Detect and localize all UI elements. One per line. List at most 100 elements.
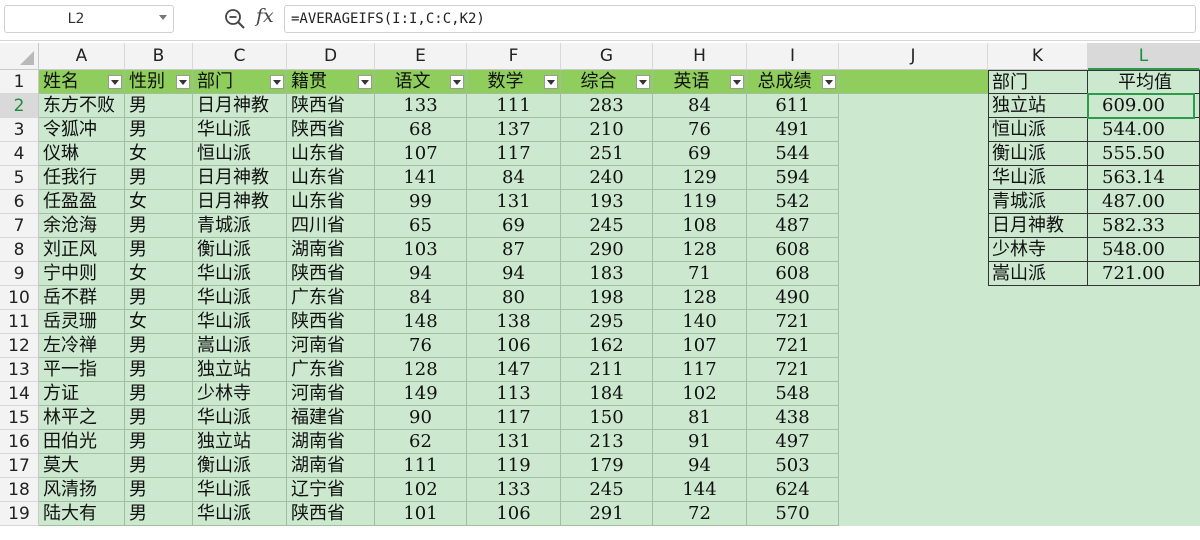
table-cell[interactable]: 131 <box>467 190 561 214</box>
summary-cell[interactable]: 582.33 <box>1088 214 1200 238</box>
row-header-18[interactable]: 18 <box>0 478 39 502</box>
table-cell[interactable]: 陕西省 <box>287 262 375 286</box>
table-cell[interactable]: 青城派 <box>193 214 287 238</box>
column-header-l[interactable]: L <box>1088 43 1200 70</box>
table-cell[interactable]: 辽宁省 <box>287 478 375 502</box>
summary-cell[interactable]: 华山派 <box>988 166 1088 190</box>
table-cell[interactable]: 男 <box>125 166 193 190</box>
filter-dropdown-icon[interactable] <box>358 75 372 89</box>
table-cell[interactable]: 611 <box>747 94 839 118</box>
table-cell[interactable]: 140 <box>653 310 747 334</box>
table-cell[interactable]: 71 <box>653 262 747 286</box>
table-cell[interactable]: 岳不群 <box>39 286 125 310</box>
filter-dropdown-icon[interactable] <box>822 75 836 89</box>
table-cell[interactable]: 少林寺 <box>193 382 287 406</box>
table-cell[interactable]: 华山派 <box>193 310 287 334</box>
table-cell[interactable]: 莫大 <box>39 454 125 478</box>
table-cell[interactable]: 490 <box>747 286 839 310</box>
row-header-2[interactable]: 2 <box>0 94 39 118</box>
filter-dropdown-icon[interactable] <box>176 75 190 89</box>
table-cell[interactable]: 余沧海 <box>39 214 125 238</box>
table-cell[interactable]: 山东省 <box>287 166 375 190</box>
table-cell[interactable]: 438 <box>747 406 839 430</box>
table-cell[interactable]: 女 <box>125 310 193 334</box>
name-box[interactable]: L2 <box>4 5 174 33</box>
table-cell[interactable]: 183 <box>561 262 653 286</box>
table-cell[interactable]: 94 <box>467 262 561 286</box>
table-cell[interactable]: 245 <box>561 214 653 238</box>
table-cell[interactable]: 144 <box>653 478 747 502</box>
table-cell[interactable]: 291 <box>561 502 653 526</box>
filter-dropdown-icon[interactable] <box>544 75 558 89</box>
column-header-j[interactable]: J <box>839 43 988 70</box>
table-cell[interactable]: 117 <box>467 406 561 430</box>
table-cell[interactable]: 65 <box>375 214 467 238</box>
table-cell[interactable]: 251 <box>561 142 653 166</box>
table-cell[interactable]: 山东省 <box>287 190 375 214</box>
table-cell[interactable]: 137 <box>467 118 561 142</box>
table-cell[interactable]: 69 <box>653 142 747 166</box>
table-cell[interactable]: 103 <box>375 238 467 262</box>
table-cell[interactable]: 594 <box>747 166 839 190</box>
chevron-down-icon[interactable] <box>159 15 167 20</box>
table-cell[interactable]: 男 <box>125 286 193 310</box>
filter-dropdown-icon[interactable] <box>450 75 464 89</box>
table-cell[interactable]: 149 <box>375 382 467 406</box>
table-cell[interactable]: 男 <box>125 358 193 382</box>
table-cell[interactable]: 102 <box>653 382 747 406</box>
summary-cell[interactable]: 衡山派 <box>988 142 1088 166</box>
table-cell[interactable]: 恒山派 <box>193 142 287 166</box>
table-cell[interactable]: 男 <box>125 118 193 142</box>
row-header-12[interactable]: 12 <box>0 334 39 358</box>
table-cell[interactable]: 497 <box>747 430 839 454</box>
table-cell[interactable]: 左冷禅 <box>39 334 125 358</box>
summary-cell[interactable]: 548.00 <box>1088 238 1200 262</box>
table-cell[interactable]: 138 <box>467 310 561 334</box>
table-cell[interactable]: 133 <box>375 94 467 118</box>
summary-cell[interactable]: 563.14 <box>1088 166 1200 190</box>
table-cell[interactable]: 男 <box>125 238 193 262</box>
table-cell[interactable]: 102 <box>375 478 467 502</box>
table-cell[interactable]: 87 <box>467 238 561 262</box>
table-cell[interactable]: 84 <box>653 94 747 118</box>
table-cell[interactable]: 湖南省 <box>287 430 375 454</box>
table-cell[interactable]: 487 <box>747 214 839 238</box>
table-cell[interactable]: 华山派 <box>193 406 287 430</box>
table-cell[interactable]: 陕西省 <box>287 310 375 334</box>
filter-dropdown-icon[interactable] <box>108 75 122 89</box>
table-cell[interactable]: 106 <box>467 334 561 358</box>
column-header-e[interactable]: E <box>375 43 467 70</box>
table-cell[interactable]: 男 <box>125 502 193 526</box>
row-header-8[interactable]: 8 <box>0 238 39 262</box>
column-header-h[interactable]: H <box>653 43 747 70</box>
table-cell[interactable]: 68 <box>375 118 467 142</box>
table-cell[interactable]: 男 <box>125 214 193 238</box>
row-header-16[interactable]: 16 <box>0 430 39 454</box>
table-cell[interactable]: 男 <box>125 430 193 454</box>
table-cell[interactable]: 广东省 <box>287 286 375 310</box>
table-cell[interactable]: 刘正风 <box>39 238 125 262</box>
table-cell[interactable]: 91 <box>653 430 747 454</box>
table-cell[interactable]: 548 <box>747 382 839 406</box>
table-cell[interactable]: 独立站 <box>193 358 287 382</box>
table-cell[interactable]: 503 <box>747 454 839 478</box>
table-cell[interactable]: 245 <box>561 478 653 502</box>
summary-header-cell[interactable]: 部门 <box>988 70 1088 94</box>
table-cell[interactable]: 仪琳 <box>39 142 125 166</box>
table-cell[interactable]: 衡山派 <box>193 454 287 478</box>
row-header-19[interactable]: 19 <box>0 502 39 526</box>
table-cell[interactable]: 295 <box>561 310 653 334</box>
table-cell[interactable]: 宁中则 <box>39 262 125 286</box>
formula-input[interactable]: =AVERAGEIFS(I:I,C:C,K2) <box>284 5 1196 33</box>
table-cell[interactable]: 99 <box>375 190 467 214</box>
table-cell[interactable]: 148 <box>375 310 467 334</box>
table-cell[interactable]: 90 <box>375 406 467 430</box>
table-cell[interactable]: 76 <box>653 118 747 142</box>
row-header-5[interactable]: 5 <box>0 166 39 190</box>
filter-dropdown-icon[interactable] <box>636 75 650 89</box>
table-cell[interactable]: 陆大有 <box>39 502 125 526</box>
table-cell[interactable]: 田伯光 <box>39 430 125 454</box>
table-cell[interactable]: 男 <box>125 334 193 358</box>
table-cell[interactable]: 198 <box>561 286 653 310</box>
row-header-17[interactable]: 17 <box>0 454 39 478</box>
